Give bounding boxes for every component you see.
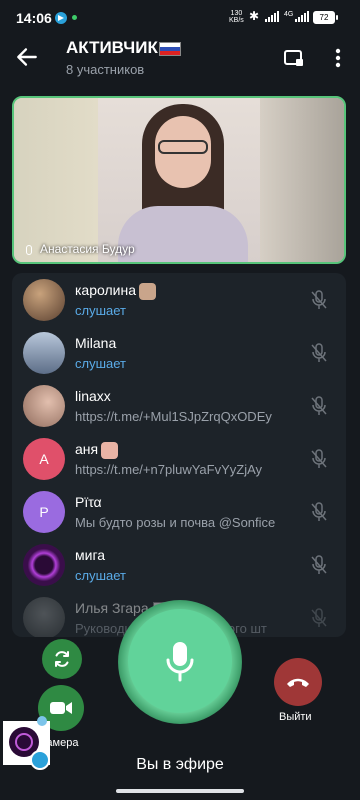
battery-icon: 72: [313, 11, 338, 24]
signal-icon-2: [295, 11, 309, 22]
list-item[interactable]: P Pïτα Мы будто розы и почва @Sonfice: [12, 485, 346, 537]
leave-label: Выйти: [279, 711, 312, 723]
participant-name: Milana: [75, 335, 117, 351]
muted-mic-icon: [311, 343, 327, 362]
participant-status: слушает: [75, 568, 126, 583]
microphone-button[interactable]: [128, 609, 232, 713]
net-speed-unit: KB/s: [229, 17, 244, 24]
status-time: 14:06: [16, 10, 52, 26]
participant-name: Pïτα: [75, 494, 102, 510]
participants-list[interactable]: каролина слушает Milana слушает linaxx h…: [12, 273, 346, 637]
chat-title: АКТИВЧИК: [66, 38, 158, 57]
emoji-sticker-icon: [101, 441, 119, 459]
screen-share-icon[interactable]: [283, 48, 305, 68]
muted-mic-icon: [311, 396, 327, 415]
list-item[interactable]: linaxx https://t.me/+Mul1SJpZrqQxODEy: [12, 379, 346, 431]
participant-status: https://t.me/+n7pluwYaFvYyZjAy: [75, 462, 263, 477]
participant-count: 8 участников: [66, 62, 145, 77]
net-speed: 130 KB/s: [229, 10, 244, 24]
participant-status: https://t.me/+Mul1SJpZrqQxODEy: [75, 409, 272, 424]
video-camera-icon: [50, 702, 72, 714]
call-header: АКТИВЧИК 8 участников: [0, 34, 360, 88]
microphone-icon: [166, 642, 194, 682]
signal-icon: [265, 11, 279, 22]
muted-mic-icon: [311, 608, 327, 627]
floating-avatar-bubble[interactable]: [3, 721, 50, 770]
russia-flag-icon: [158, 41, 181, 56]
drag-handle-icon[interactable]: [37, 716, 47, 726]
refresh-icon: [55, 651, 69, 667]
list-item[interactable]: Milana слушает: [12, 326, 346, 378]
telegram-notification-icon: [55, 12, 67, 24]
list-item[interactable]: мига слушает: [12, 538, 346, 590]
speaker-caption: Анастасия Будур: [26, 242, 135, 256]
mic-icon: [26, 244, 32, 255]
muted-mic-icon: [311, 555, 327, 574]
avatar: [23, 597, 65, 637]
muted-mic-icon: [311, 290, 327, 309]
flip-camera-button[interactable]: [42, 639, 82, 679]
more-options-icon[interactable]: [328, 46, 348, 70]
avatar: [23, 332, 65, 374]
broadcast-status: Вы в эфире: [136, 756, 224, 773]
muted-mic-icon: [311, 502, 327, 521]
network-type: 4G: [284, 11, 294, 18]
participant-name: аня: [75, 441, 119, 459]
home-indicator[interactable]: [116, 789, 244, 793]
emoji-sticker-icon: [139, 282, 156, 300]
list-item[interactable]: А аня https://t.me/+n7pluwYaFvYyZjAy: [12, 432, 346, 484]
avatar: P: [23, 491, 65, 533]
participant-name: каролина: [75, 282, 156, 300]
participant-status: слушает: [75, 303, 126, 318]
net-speed-value: 130: [230, 10, 243, 17]
participant-status: слушает: [75, 356, 126, 371]
active-indicator-icon: [72, 15, 77, 20]
bluetooth-icon: ✱: [249, 9, 260, 23]
telegram-icon: [30, 750, 50, 770]
video-tile[interactable]: Анастасия Будур: [12, 96, 346, 264]
status-bar: 14:06 130 KB/s ✱ 4G 72: [0, 0, 360, 34]
hang-up-icon: [287, 678, 309, 687]
list-item[interactable]: каролина слушает: [12, 273, 346, 325]
page-title: АКТИВЧИК: [66, 38, 181, 58]
avatar: [23, 544, 65, 586]
participant-status: Мы будто розы и почва @Sonfice: [75, 515, 276, 530]
participant-name: мига: [75, 547, 106, 563]
avatar: [23, 279, 65, 321]
avatar: А: [23, 438, 65, 480]
muted-mic-icon: [311, 449, 327, 468]
speaker-name: Анастасия Будур: [40, 242, 135, 256]
back-arrow-icon[interactable]: [14, 44, 40, 70]
avatar: [23, 385, 65, 427]
participant-name: linaxx: [75, 388, 111, 404]
leave-button[interactable]: [274, 658, 322, 706]
